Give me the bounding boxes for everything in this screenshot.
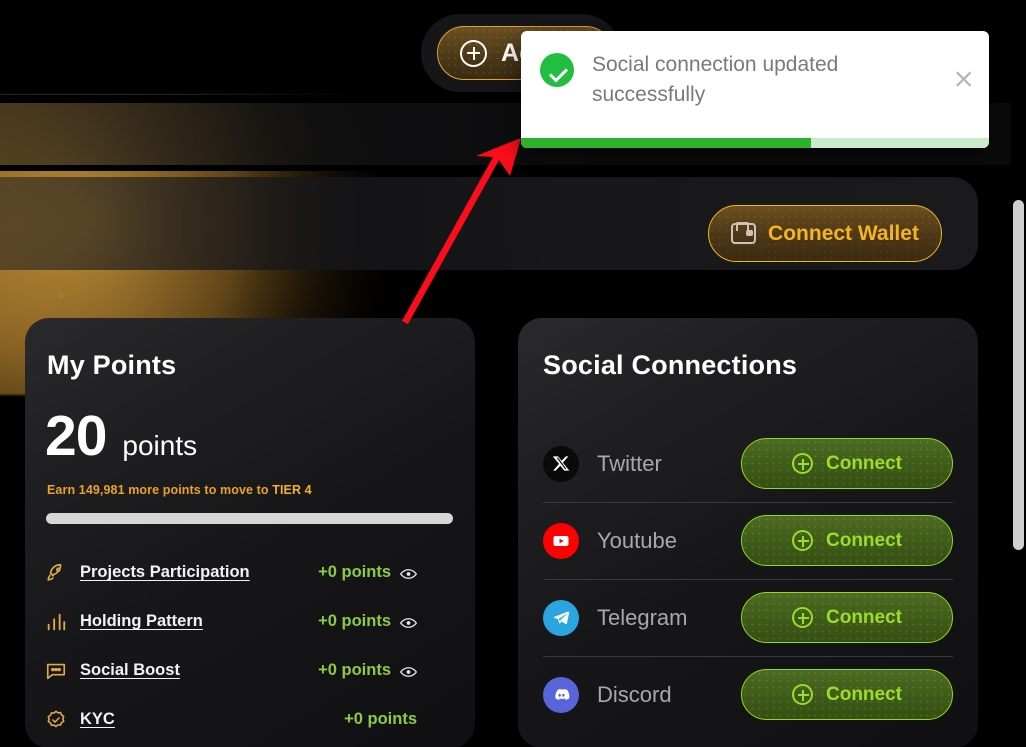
connect-button-label: Connect bbox=[826, 452, 902, 474]
social-name: Youtube bbox=[597, 527, 677, 553]
telegram-icon bbox=[543, 599, 579, 636]
tier-note-target: TIER 4 bbox=[272, 483, 312, 497]
list-item-points: +0 points bbox=[318, 563, 391, 581]
connect-button-label: Connect bbox=[826, 606, 902, 628]
plus-circle-icon bbox=[792, 607, 813, 628]
list-item-label[interactable]: Holding Pattern bbox=[80, 612, 203, 631]
toast-progress-track bbox=[521, 138, 989, 148]
my-points-title: My Points bbox=[47, 350, 177, 380]
close-icon[interactable]: × bbox=[952, 66, 975, 93]
list-item[interactable]: Social Boost +0 points bbox=[45, 646, 418, 695]
connect-button-label: Connect bbox=[826, 683, 902, 705]
connect-button-discord[interactable]: Connect bbox=[741, 669, 953, 720]
toast-notification: Social connection updated successfully × bbox=[521, 31, 989, 148]
connect-wallet-label: Connect Wallet bbox=[768, 221, 919, 245]
list-item-points: +0 points bbox=[318, 612, 391, 630]
connect-button-label: Connect bbox=[826, 529, 902, 551]
page-scrollbar-thumb[interactable] bbox=[1013, 200, 1024, 550]
wallet-icon bbox=[731, 222, 757, 244]
social-row-discord: Discord Connect bbox=[543, 656, 953, 733]
connect-button-telegram[interactable]: Connect bbox=[741, 592, 953, 643]
list-item-points: +0 points bbox=[318, 661, 391, 679]
list-item-right: +0 points bbox=[318, 563, 418, 582]
plus-circle-icon bbox=[792, 530, 813, 551]
list-item-label[interactable]: KYC bbox=[80, 710, 115, 729]
tier-progress-note: Earn 149,981 more points to move to TIER… bbox=[47, 483, 312, 497]
social-row-youtube: Youtube Connect bbox=[543, 502, 953, 579]
list-item[interactable]: Projects Participation +0 points bbox=[45, 548, 418, 597]
toast-body: Social connection updated successfully bbox=[521, 31, 989, 110]
list-item[interactable]: Holding Pattern +0 points bbox=[45, 597, 418, 646]
connect-button-twitter[interactable]: Connect bbox=[741, 438, 953, 489]
youtube-icon bbox=[543, 522, 579, 559]
connect-wallet-button[interactable]: Connect Wallet bbox=[708, 205, 942, 262]
points-value-row: 20 points bbox=[45, 408, 197, 465]
chat-bubble-icon bbox=[45, 660, 67, 682]
overlay-slab-bottom bbox=[0, 165, 1026, 171]
list-item-label[interactable]: Social Boost bbox=[80, 661, 180, 680]
tier-note-prefix: Earn 149,981 more points to move to bbox=[47, 483, 273, 497]
plus-circle-icon bbox=[792, 684, 813, 705]
twitter-x-icon bbox=[543, 445, 579, 482]
badge-check-icon bbox=[45, 709, 67, 731]
social-name: Twitter bbox=[597, 450, 662, 476]
plus-circle-icon bbox=[460, 39, 487, 67]
social-connections-title: Social Connections bbox=[543, 350, 798, 380]
list-item-label[interactable]: Projects Participation bbox=[80, 563, 250, 582]
points-unit: points bbox=[122, 430, 198, 461]
discord-icon bbox=[543, 676, 579, 713]
list-item[interactable]: KYC +0 points bbox=[45, 695, 417, 744]
rocket-icon bbox=[45, 562, 67, 584]
social-name: Discord bbox=[597, 681, 672, 707]
list-item-right: +0 points bbox=[318, 612, 418, 631]
points-breakdown-list: Projects Participation +0 points Holding… bbox=[45, 548, 418, 744]
social-row-telegram: Telegram Connect bbox=[543, 579, 953, 656]
eye-icon[interactable] bbox=[399, 665, 418, 677]
social-row-twitter: Twitter Connect bbox=[543, 425, 953, 502]
points-value: 20 bbox=[45, 404, 107, 468]
list-item-right: +0 points bbox=[318, 661, 418, 680]
toast-message: Social connection updated successfully bbox=[592, 53, 839, 106]
list-item-points: +0 points bbox=[344, 710, 417, 728]
tier-progress-bar bbox=[46, 513, 453, 524]
page-scrollbar-track[interactable] bbox=[1011, 95, 1026, 747]
connect-button-youtube[interactable]: Connect bbox=[741, 515, 953, 566]
bar-chart-icon bbox=[45, 611, 67, 633]
toast-progress-fill bbox=[521, 138, 812, 148]
eye-icon[interactable] bbox=[399, 567, 418, 579]
success-check-icon bbox=[540, 53, 574, 87]
list-item-right: +0 points bbox=[344, 710, 417, 729]
plus-circle-icon bbox=[792, 453, 813, 474]
app-root: Ad Connect Wallet My Points 20 points Ea… bbox=[0, 0, 1026, 747]
social-name: Telegram bbox=[597, 604, 688, 630]
eye-icon[interactable] bbox=[399, 616, 418, 628]
social-rows: Twitter Connect Youtube Connect Telegram bbox=[543, 425, 953, 733]
